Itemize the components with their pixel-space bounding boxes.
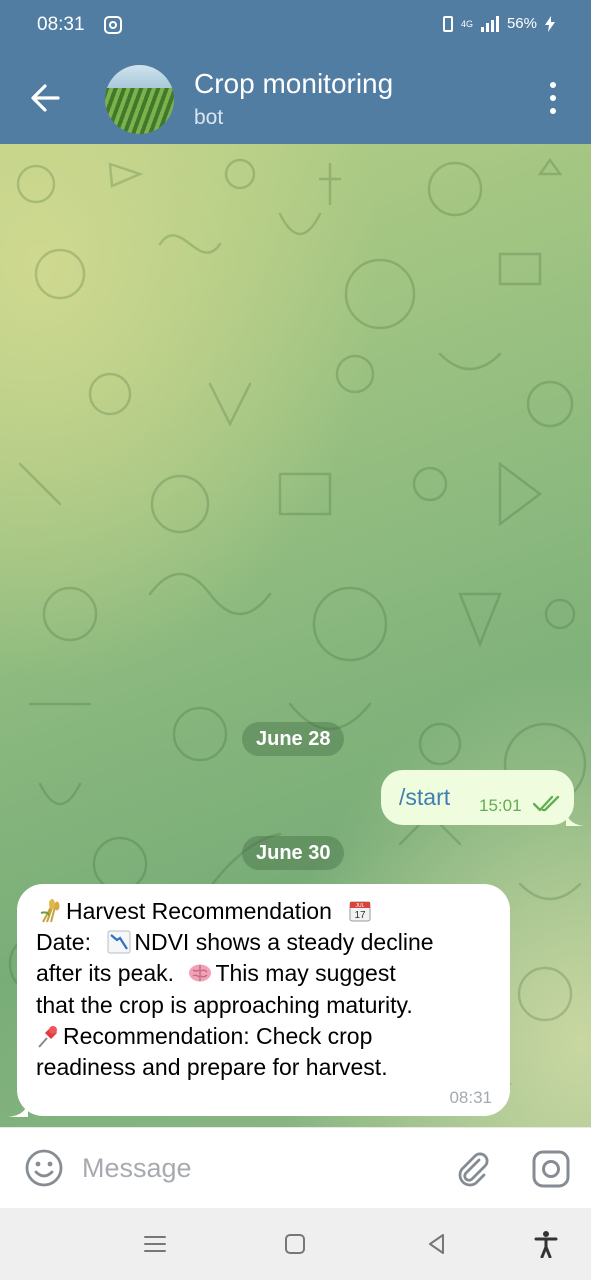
instagram-notification-icon bbox=[104, 16, 122, 34]
message-line: This may suggest bbox=[215, 960, 396, 987]
chart-decreasing-icon bbox=[107, 930, 131, 954]
arrow-left-icon bbox=[31, 84, 60, 112]
chat-header: Crop monitoring bot bbox=[0, 52, 591, 144]
calendar-icon: JUL 17 bbox=[349, 901, 371, 922]
pushpin-icon bbox=[38, 1025, 57, 1048]
message-line: readiness and prepare for harvest. bbox=[36, 1054, 388, 1081]
recent-apps-icon[interactable] bbox=[141, 1230, 169, 1258]
svg-text:JUL: JUL bbox=[356, 903, 365, 909]
message-composer bbox=[0, 1127, 591, 1208]
status-bar: 08:31 4G 56% bbox=[0, 0, 591, 52]
camera-icon bbox=[532, 1150, 570, 1188]
outgoing-message[interactable]: /start 15:01 bbox=[381, 770, 574, 825]
network-type: 4G bbox=[460, 18, 473, 29]
back-nav-icon[interactable] bbox=[423, 1230, 451, 1258]
message-time: 15:01 bbox=[479, 796, 522, 815]
attach-button[interactable] bbox=[452, 1148, 492, 1188]
camera-button[interactable] bbox=[530, 1148, 572, 1190]
message-line: that the crop is approaching maturity. bbox=[36, 991, 413, 1018]
message-line: Recommendation: Check crop bbox=[63, 1022, 373, 1049]
message-body[interactable]: Harvest Recommendation JUL 17 Date: NDVI… bbox=[36, 896, 501, 1083]
message-input[interactable] bbox=[82, 1145, 432, 1191]
bot-avatar[interactable] bbox=[105, 65, 174, 134]
message-line: Harvest Recommendation bbox=[66, 898, 332, 924]
sheaf-of-rice-icon bbox=[40, 899, 60, 923]
incoming-message[interactable]: Harvest Recommendation JUL 17 Date: NDVI… bbox=[17, 884, 510, 1116]
emoji-button[interactable] bbox=[24, 1148, 64, 1188]
svg-text:17: 17 bbox=[355, 910, 367, 921]
message-line: after its peak. bbox=[36, 960, 175, 987]
home-icon[interactable] bbox=[281, 1230, 309, 1258]
battery-level: 56% bbox=[506, 15, 537, 32]
date-separator: June 30 bbox=[242, 836, 345, 870]
back-button[interactable] bbox=[26, 76, 66, 120]
double-check-icon bbox=[533, 795, 560, 812]
message-line: NDVI shows a steady decline bbox=[134, 929, 434, 956]
chat-area[interactable]: June 28 /start 15:01 June 30 Harvest Rec… bbox=[0, 144, 591, 1127]
status-indicators: 4G 56% bbox=[442, 15, 555, 32]
message-line: Date: bbox=[36, 929, 91, 956]
smiley-icon bbox=[25, 1149, 63, 1187]
brain-icon bbox=[189, 964, 212, 982]
more-vertical-icon bbox=[550, 82, 556, 88]
signal-icon bbox=[480, 15, 499, 32]
message-text[interactable]: /start bbox=[399, 784, 450, 811]
accessibility-icon[interactable] bbox=[532, 1230, 560, 1258]
system-navigation-bar bbox=[0, 1208, 591, 1280]
more-options-button[interactable] bbox=[543, 82, 563, 114]
date-separator: June 28 bbox=[242, 722, 345, 756]
chat-subtitle: bot bbox=[194, 106, 224, 129]
charging-icon bbox=[545, 15, 555, 32]
vibrate-icon bbox=[442, 15, 453, 32]
paperclip-icon bbox=[458, 1152, 489, 1187]
bubble-tail bbox=[566, 808, 584, 826]
message-time: 08:31 bbox=[449, 1088, 492, 1107]
status-time: 08:31 bbox=[37, 14, 85, 35]
chat-title[interactable]: Crop monitoring bbox=[194, 68, 393, 100]
